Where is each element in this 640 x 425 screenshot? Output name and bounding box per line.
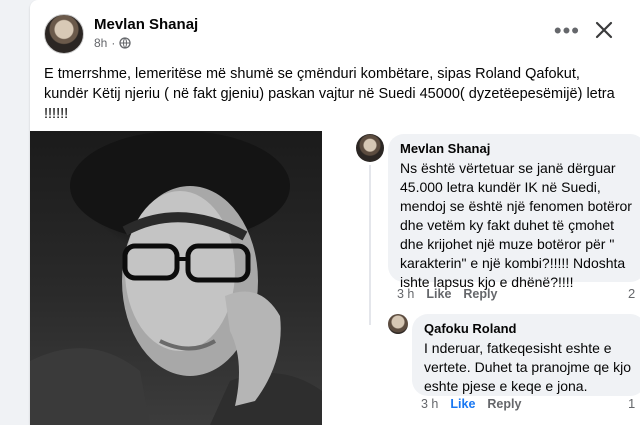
reaction-number: 2 — [628, 286, 636, 301]
like-button[interactable]: Like — [426, 287, 451, 301]
reply-button[interactable]: Reply — [463, 287, 497, 301]
comment-actions: 3 h Like Reply — [397, 287, 497, 301]
author-avatar[interactable] — [44, 14, 84, 54]
reply-reaction-count[interactable]: 1 — [628, 396, 635, 411]
comment-time[interactable]: 3 h — [397, 287, 414, 301]
reaction-count[interactable]: 2 — [628, 286, 635, 301]
meta-separator: · — [111, 36, 116, 50]
post-time[interactable]: 8h — [94, 36, 107, 50]
reply-text: I nderuar, fatkeqesisht eshte e vertete.… — [424, 340, 632, 394]
comment-author[interactable]: Mevlan Shanaj — [400, 141, 634, 156]
post-header: Mevlan Shanaj 8h · ••• — [44, 12, 624, 56]
post-card: Mevlan Shanaj 8h · ••• E tmerrshme, leme… — [30, 0, 640, 425]
post-photo[interactable] — [30, 131, 322, 425]
reply-author[interactable]: Qafoku Roland — [424, 321, 634, 336]
comments-section: Mevlan Shanaj Ns është vërtetuar se janë… — [322, 131, 640, 425]
comment-text: Ns është vërtetuar se janë dërguar 45.00… — [400, 160, 632, 290]
reply-reaction-number: 1 — [628, 396, 636, 411]
reply-time[interactable]: 3 h — [421, 397, 438, 411]
more-options-icon[interactable]: ••• — [554, 18, 580, 44]
close-icon[interactable] — [588, 14, 620, 46]
post-text: E tmerrshme, lemeritëse më shumë se çmën… — [44, 66, 615, 122]
reply-avatar[interactable] — [388, 314, 408, 334]
reply-actions: 3 h Like Reply — [421, 397, 521, 411]
comment-bubble: Mevlan Shanaj Ns është vërtetuar se janë… — [388, 134, 640, 290]
reply-bubble: Qafoku Roland I nderuar, fatkeqesisht es… — [412, 314, 640, 396]
thread-line — [369, 165, 371, 325]
post-meta: 8h · — [94, 36, 132, 50]
comment-avatar[interactable] — [356, 134, 384, 162]
reply-reply-button[interactable]: Reply — [487, 397, 521, 411]
globe-icon — [119, 37, 132, 49]
post-author[interactable]: Mevlan Shanaj — [94, 16, 198, 33]
reply-like-button[interactable]: Like — [450, 397, 475, 411]
